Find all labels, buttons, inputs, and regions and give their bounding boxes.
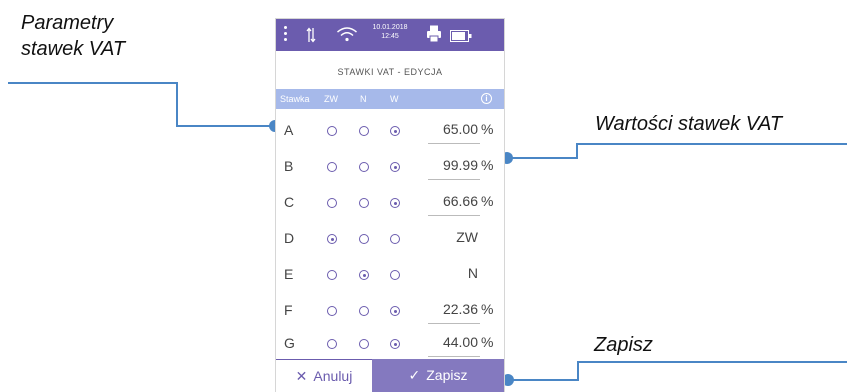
radio-n[interactable]: [359, 234, 369, 244]
leader-save-h2: [508, 379, 579, 381]
radio-w[interactable]: [390, 198, 400, 208]
cancel-label: Anuluj: [313, 368, 353, 384]
screen-title: STAWKI VAT - EDYCJA: [337, 67, 443, 77]
row-label: F: [284, 302, 293, 318]
vat-row-b: B 99.99 %: [276, 148, 504, 184]
leader-parameters-h1: [8, 82, 178, 84]
value-underline: [428, 179, 480, 180]
percent-sign: %: [481, 301, 494, 317]
column-stawka: Stawka: [280, 94, 310, 104]
radio-zw[interactable]: [327, 339, 337, 349]
radio-w[interactable]: [390, 306, 400, 316]
vat-row-d: D ZW: [276, 220, 504, 256]
status-datetime: 10.01.2018 12:45: [368, 23, 412, 41]
info-icon[interactable]: i: [481, 93, 492, 104]
save-button[interactable]: ✓ Zapisz: [372, 359, 504, 392]
percent-sign: %: [481, 193, 494, 209]
radio-w[interactable]: [390, 270, 400, 280]
leader-save-h1: [577, 361, 847, 363]
cancel-button[interactable]: ✕ Anuluj: [276, 359, 372, 392]
percent-sign: %: [481, 121, 494, 137]
radio-n[interactable]: [359, 270, 369, 280]
row-label: E: [284, 266, 294, 282]
device-screen: 10.01.2018 12:45 STAWKI VAT - EDYCJA Sta…: [276, 19, 504, 392]
row-label: D: [284, 230, 295, 246]
callout-parameters-line2: stawek VAT: [21, 38, 126, 60]
vat-row-a: A 65.00 %: [276, 112, 504, 148]
check-icon: ✓: [408, 367, 421, 383]
radio-w[interactable]: [390, 162, 400, 172]
leader-save-v: [577, 361, 579, 381]
wifi-icon: [336, 26, 358, 42]
value-underline: [428, 356, 480, 357]
row-label: A: [284, 122, 294, 138]
value-underline: [428, 143, 480, 144]
column-w: W: [390, 94, 399, 104]
radio-w[interactable]: [390, 126, 400, 136]
column-header: Stawka ZW N W i: [276, 89, 504, 109]
radio-zw[interactable]: [327, 126, 337, 136]
radio-n[interactable]: [359, 339, 369, 349]
radio-n[interactable]: [359, 306, 369, 316]
transfer-icon: [306, 27, 316, 43]
menu-icon[interactable]: [284, 26, 288, 44]
row-label: B: [284, 158, 294, 174]
percent-sign: %: [481, 157, 494, 173]
vat-value-field[interactable]: 99.99: [428, 157, 478, 173]
vat-row-g: G 44.00 %: [276, 325, 504, 361]
value-underline: [428, 323, 480, 324]
status-time: 12:45: [381, 33, 399, 40]
radio-w[interactable]: [390, 234, 400, 244]
column-zw: ZW: [324, 94, 338, 104]
status-bar: 10.01.2018 12:45: [276, 19, 504, 51]
leader-values-h2: [508, 157, 578, 159]
vat-value-field[interactable]: 65.00: [428, 121, 478, 137]
close-icon: ✕: [295, 368, 308, 384]
radio-zw[interactable]: [327, 198, 337, 208]
vat-value-text: N: [467, 265, 478, 281]
vat-value-field[interactable]: 44.00: [428, 334, 478, 350]
percent-sign: %: [481, 334, 494, 350]
radio-n[interactable]: [359, 162, 369, 172]
radio-w[interactable]: [390, 339, 400, 349]
radio-zw[interactable]: [327, 162, 337, 172]
radio-n[interactable]: [359, 126, 369, 136]
row-label: C: [284, 194, 295, 210]
vat-value-field[interactable]: 66.66: [428, 193, 478, 209]
vat-row-c: C 66.66 %: [276, 184, 504, 220]
vat-value-text: ZW: [456, 229, 478, 245]
leader-parameters-v: [176, 82, 178, 127]
radio-zw[interactable]: [327, 270, 337, 280]
callout-values: Wartości stawek VAT: [595, 113, 783, 135]
battery-icon: [450, 29, 472, 42]
radio-zw[interactable]: [327, 306, 337, 316]
radio-n[interactable]: [359, 198, 369, 208]
callout-parameters: Parametry stawek VAT: [21, 10, 125, 62]
leader-values-h1: [576, 143, 847, 145]
row-label: G: [284, 335, 295, 351]
column-n: N: [360, 94, 367, 104]
vat-row-f: F 22.36 %: [276, 292, 504, 328]
vat-value-field[interactable]: 22.36: [428, 301, 478, 317]
radio-zw[interactable]: [327, 234, 337, 244]
leader-parameters-h2: [176, 125, 272, 127]
status-date: 10.01.2018: [372, 24, 408, 31]
value-underline: [428, 215, 480, 216]
callout-parameters-line1: Parametry: [21, 12, 114, 34]
printer-icon: [426, 25, 442, 43]
callout-save: Zapisz: [594, 334, 653, 356]
save-label: Zapisz: [426, 367, 468, 383]
vat-row-e: E N: [276, 256, 504, 292]
